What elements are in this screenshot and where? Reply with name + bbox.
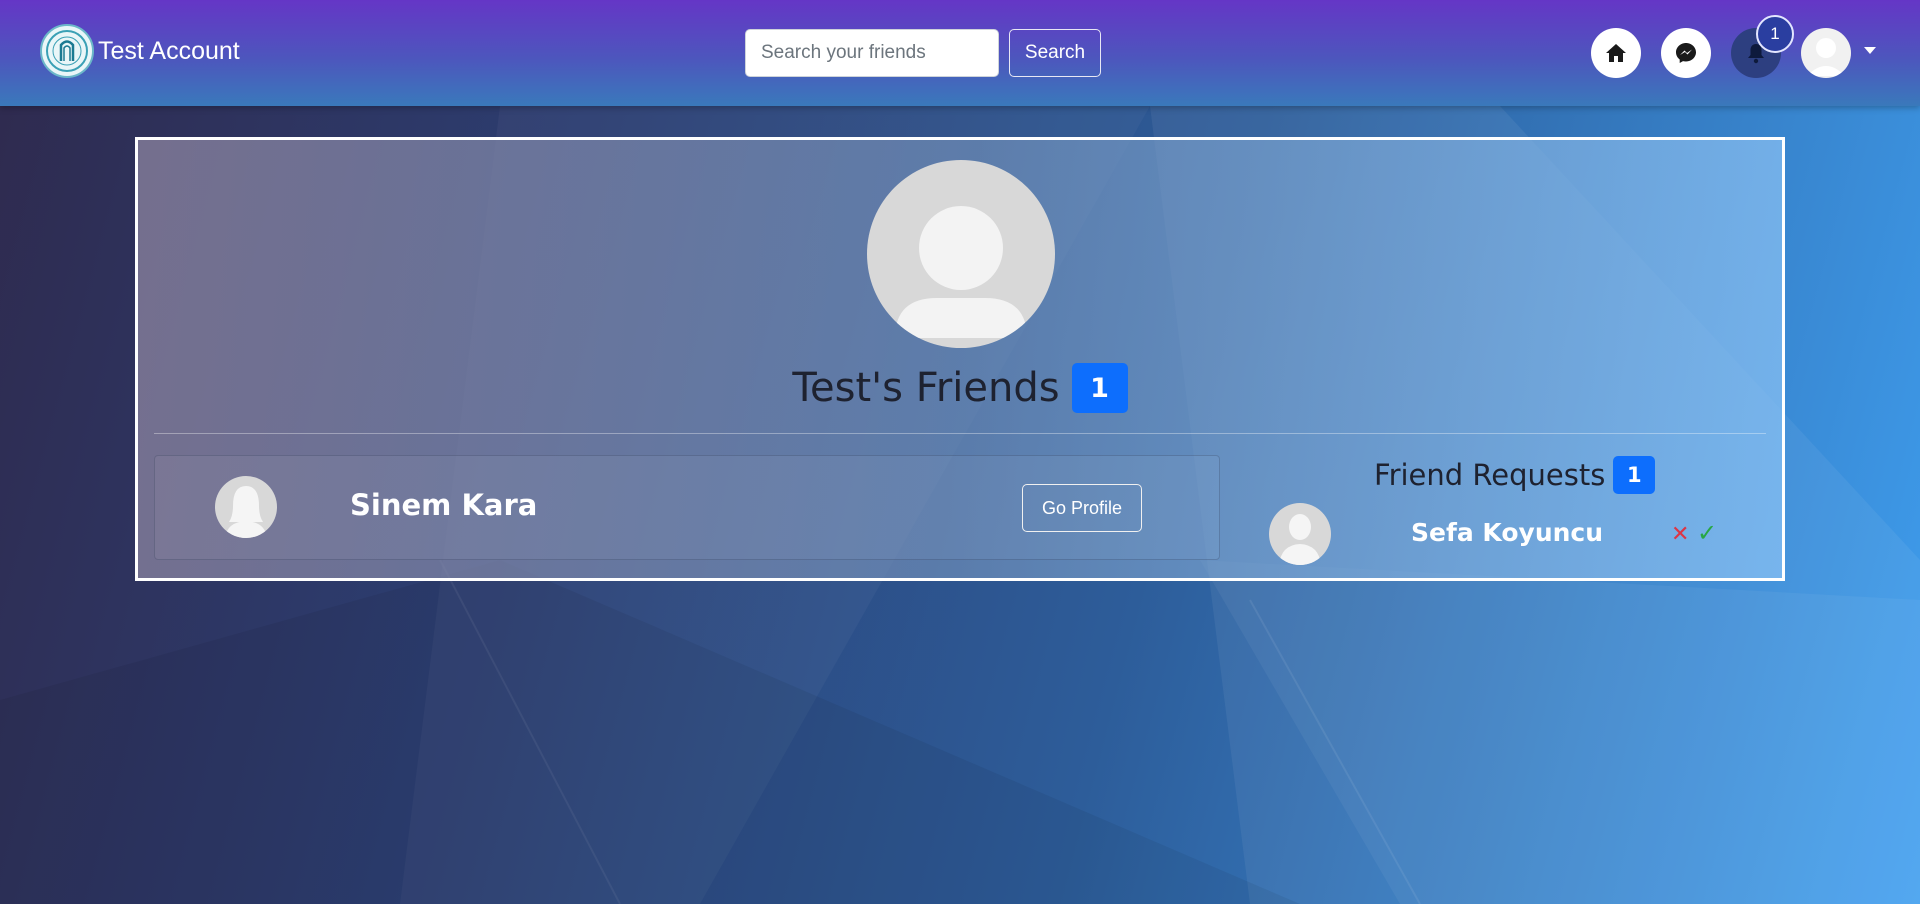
profile-picture [867,160,1055,348]
brand[interactable]: Test Account [40,24,240,78]
messenger-button[interactable] [1661,28,1711,78]
requests-count-badge: 1 [1613,456,1656,494]
caret-down-icon[interactable] [1864,47,1876,54]
friend-requests-title: Friend Requests [1374,458,1606,492]
home-button[interactable] [1591,28,1641,78]
friends-count-badge: 1 [1071,363,1128,413]
request-sender-name[interactable]: Sefa Koyuncu [1411,518,1603,547]
friend-list-item: Sinem Kara Go Profile [154,455,1220,560]
user-avatar-icon [1807,38,1845,76]
home-icon [1606,44,1626,62]
friend-requests-header: Friend Requests 1 [1374,456,1656,494]
messenger-icon [1676,43,1696,63]
go-profile-button[interactable]: Go Profile [1022,484,1142,532]
user-avatar-icon [895,206,1027,338]
friend-name[interactable]: Sinem Kara [350,488,537,522]
check-icon[interactable]: ✓ [1697,519,1717,547]
notification-count-badge: 1 [1756,15,1794,53]
close-icon[interactable]: ✕ [1671,522,1689,547]
female-avatar-icon [215,476,277,538]
top-navbar: Test Account Search 1 [0,0,1920,106]
search-input[interactable] [745,29,999,77]
user-menu-button[interactable] [1801,28,1851,78]
search-button[interactable]: Search [1009,29,1101,77]
friends-card: Test's Friends 1 Sinem Kara Go Profile F… [135,137,1785,581]
friends-header: Test's Friends 1 [138,363,1782,413]
male-avatar-icon [1269,503,1331,565]
page-title: Test's Friends [792,365,1060,411]
divider [154,433,1766,434]
university-seal-icon [40,24,94,78]
brand-name: Test Account [98,36,240,65]
